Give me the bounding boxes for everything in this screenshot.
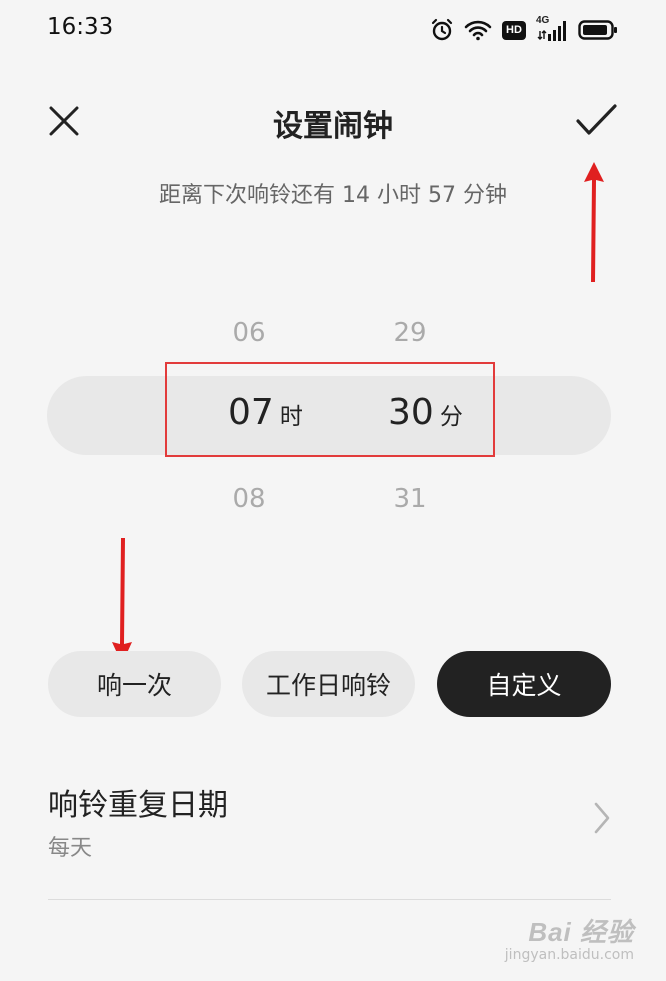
watermark-sub: jingyan.baidu.com (504, 947, 634, 963)
network-type-label: 4G (536, 15, 550, 26)
status-time: 16:33 (47, 14, 114, 40)
page-title: 设置闹钟 (273, 109, 393, 144)
hd-badge: HD (502, 20, 526, 40)
watermark: Bai 经验 jingyan.baidu.com (505, 912, 634, 963)
chevron-right-icon (594, 802, 610, 834)
repeat-days-title: 响铃重复日期 (48, 788, 228, 823)
confirm-button[interactable] (574, 102, 618, 140)
battery-icon (578, 20, 617, 40)
divider (48, 899, 611, 900)
wifi-icon (464, 20, 492, 41)
annotation-arrow-up (584, 162, 604, 282)
annotation-arrow-down (112, 538, 132, 664)
minute-next[interactable]: 31 (370, 484, 450, 514)
hour-next[interactable]: 08 (209, 484, 289, 514)
minute-prev[interactable]: 29 (370, 318, 450, 348)
check-icon (576, 104, 617, 135)
watermark-main: Bai 经验 (528, 917, 634, 947)
status-icons: HD 4G (430, 15, 618, 44)
hour-prev[interactable]: 06 (209, 318, 289, 348)
ring-once-button[interactable]: 响一次 (48, 651, 221, 717)
signal-indicator: 4G (536, 15, 568, 41)
highlight-box (165, 362, 495, 457)
workday-ring-button[interactable]: 工作日响铃 (242, 651, 415, 717)
repeat-days-value: 每天 (48, 836, 93, 861)
next-ring-countdown: 距离下次响铃还有 14 小时 57 分钟 (159, 183, 507, 208)
custom-button[interactable]: 自定义 (437, 651, 611, 717)
alarm-icon (431, 18, 453, 41)
